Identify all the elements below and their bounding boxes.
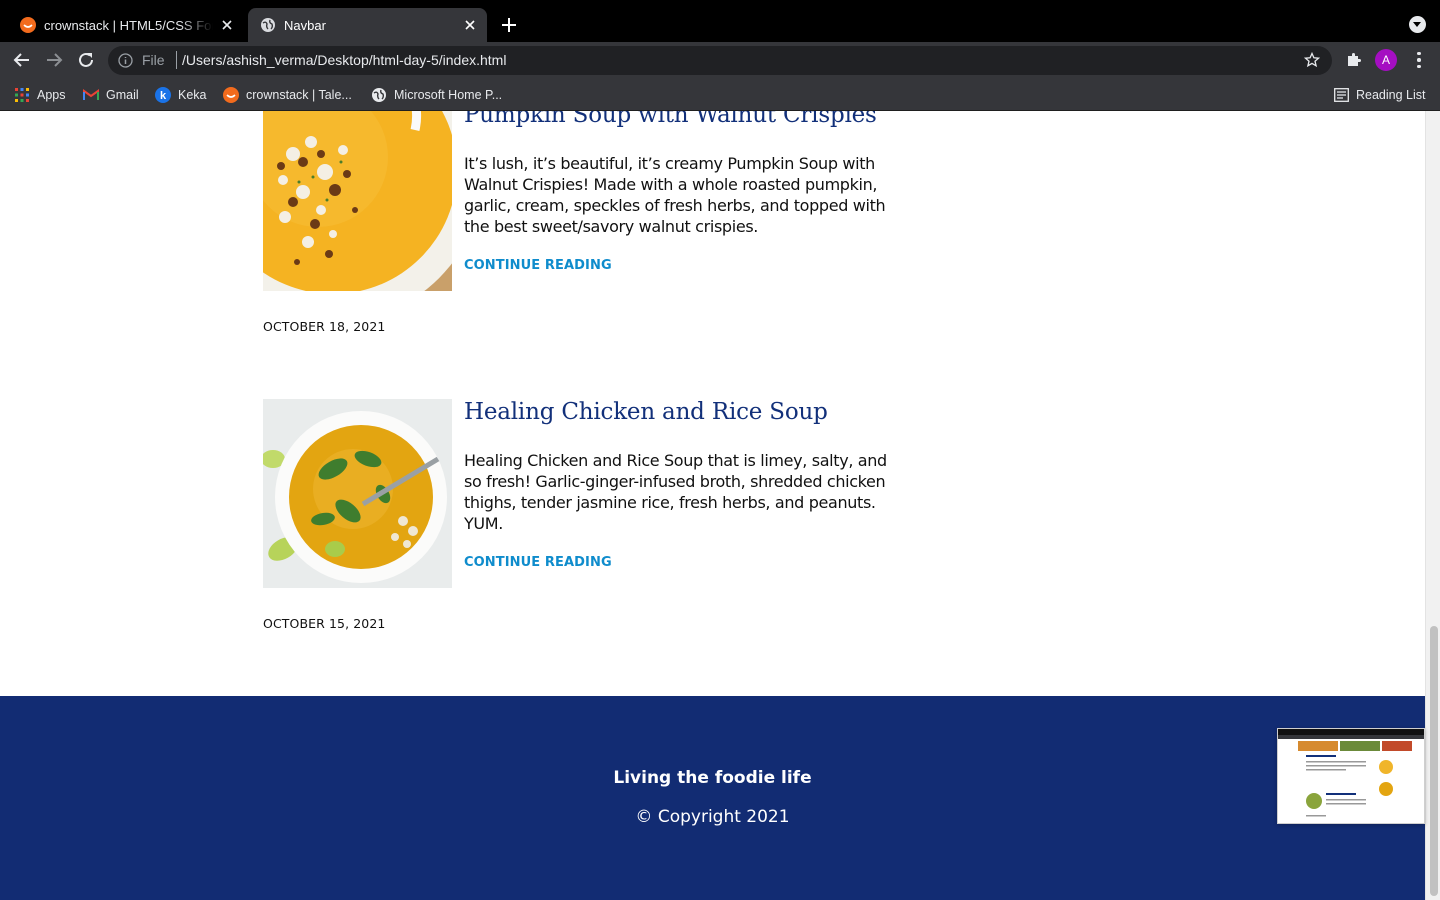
back-arrow-icon[interactable] <box>12 50 32 70</box>
forward-arrow-icon[interactable] <box>44 50 64 70</box>
tab-title: crownstack | HTML5/CSS For b <box>44 17 213 33</box>
extensions-puzzle-icon[interactable] <box>1345 51 1363 69</box>
more-menu-icon[interactable] <box>1410 51 1428 69</box>
bookmark-label: Gmail <box>106 87 139 102</box>
footer-copyright: © Copyright 2021 <box>635 807 790 827</box>
tab-crownstack[interactable]: crownstack | HTML5/CSS For b <box>8 8 244 42</box>
bookmark-microsoft-home[interactable]: Microsoft Home P... <box>371 86 502 103</box>
globe-favicon-icon <box>260 17 276 33</box>
reading-list-label: Reading List <box>1356 87 1426 102</box>
tab-title: Navbar <box>284 17 326 33</box>
continue-reading-link[interactable]: CONTINUE READING <box>464 555 612 570</box>
url-scheme: File <box>142 52 165 68</box>
tab-navbar[interactable]: Navbar <box>248 8 487 42</box>
close-tab-icon[interactable] <box>462 17 478 33</box>
bookmark-label: Keka <box>178 87 207 102</box>
reading-list-button[interactable]: Reading List <box>1333 86 1426 103</box>
info-icon[interactable] <box>118 53 133 68</box>
post-image-chicken-rice-soup[interactable] <box>263 399 452 588</box>
post-title[interactable]: Pumpkin Soup with Walnut Crispies <box>464 111 877 128</box>
svg-text:k: k <box>160 90 167 102</box>
reload-icon[interactable] <box>76 50 96 70</box>
post-excerpt: It’s lush, it’s beautiful, it’s creamy P… <box>464 154 886 236</box>
close-tab-icon[interactable] <box>219 17 235 33</box>
footer-tagline: Living the foodie life <box>613 768 812 788</box>
reading-list-icon <box>1333 87 1349 103</box>
crownstack-favicon-icon <box>20 17 36 33</box>
continue-reading-link[interactable]: CONTINUE READING <box>464 258 612 273</box>
url-text[interactable]: /Users/ashish_verma/Desktop/html-day-5/i… <box>182 52 506 68</box>
profile-avatar[interactable]: A <box>1375 49 1397 71</box>
bookmark-apps[interactable]: Apps <box>14 86 66 103</box>
crownstack-icon <box>223 86 239 103</box>
new-tab-icon[interactable] <box>499 15 519 35</box>
apps-grid-icon <box>14 87 30 103</box>
bookmark-label: Apps <box>37 87 66 102</box>
post-excerpt: Healing Chicken and Rice Soup that is li… <box>464 451 887 533</box>
post-date: OCTOBER 15, 2021 <box>263 616 386 631</box>
globe-icon <box>371 87 387 103</box>
gmail-icon <box>83 87 99 103</box>
bookmark-star-icon[interactable] <box>1303 51 1321 68</box>
tab-search-icon[interactable] <box>1409 16 1426 33</box>
bookmark-crownstack[interactable]: crownstack | Tale... <box>223 86 352 103</box>
keka-icon: k <box>155 86 171 103</box>
page-scrollbar[interactable] <box>1425 111 1440 900</box>
tab-strip: crownstack | HTML5/CSS For b Navbar <box>0 0 1440 42</box>
site-footer: Living the foodie life © Copyright 2021 <box>0 696 1425 900</box>
bookmark-gmail[interactable]: Gmail <box>83 86 139 103</box>
post-image-pumpkin-soup[interactable] <box>263 111 452 291</box>
page-viewport: Pumpkin Soup with Walnut Crispies It’s l… <box>0 111 1425 900</box>
scrollbar-thumb[interactable] <box>1430 626 1438 896</box>
bookmarks-bar: Apps Gmail k Keka crownstack | Tale... M… <box>0 78 1440 111</box>
bookmark-keka[interactable]: k Keka <box>155 86 207 103</box>
screenshot-preview-thumbnail[interactable] <box>1277 728 1425 824</box>
browser-toolbar: File /Users/ashish_verma/Desktop/html-da… <box>0 42 1440 78</box>
post-title[interactable]: Healing Chicken and Rice Soup <box>464 399 828 425</box>
bookmark-label: crownstack | Tale... <box>246 87 352 102</box>
divider <box>176 51 177 69</box>
bookmark-label: Microsoft Home P... <box>394 87 503 102</box>
address-bar[interactable]: File /Users/ashish_verma/Desktop/html-da… <box>108 46 1332 75</box>
post-date: OCTOBER 18, 2021 <box>263 319 386 334</box>
